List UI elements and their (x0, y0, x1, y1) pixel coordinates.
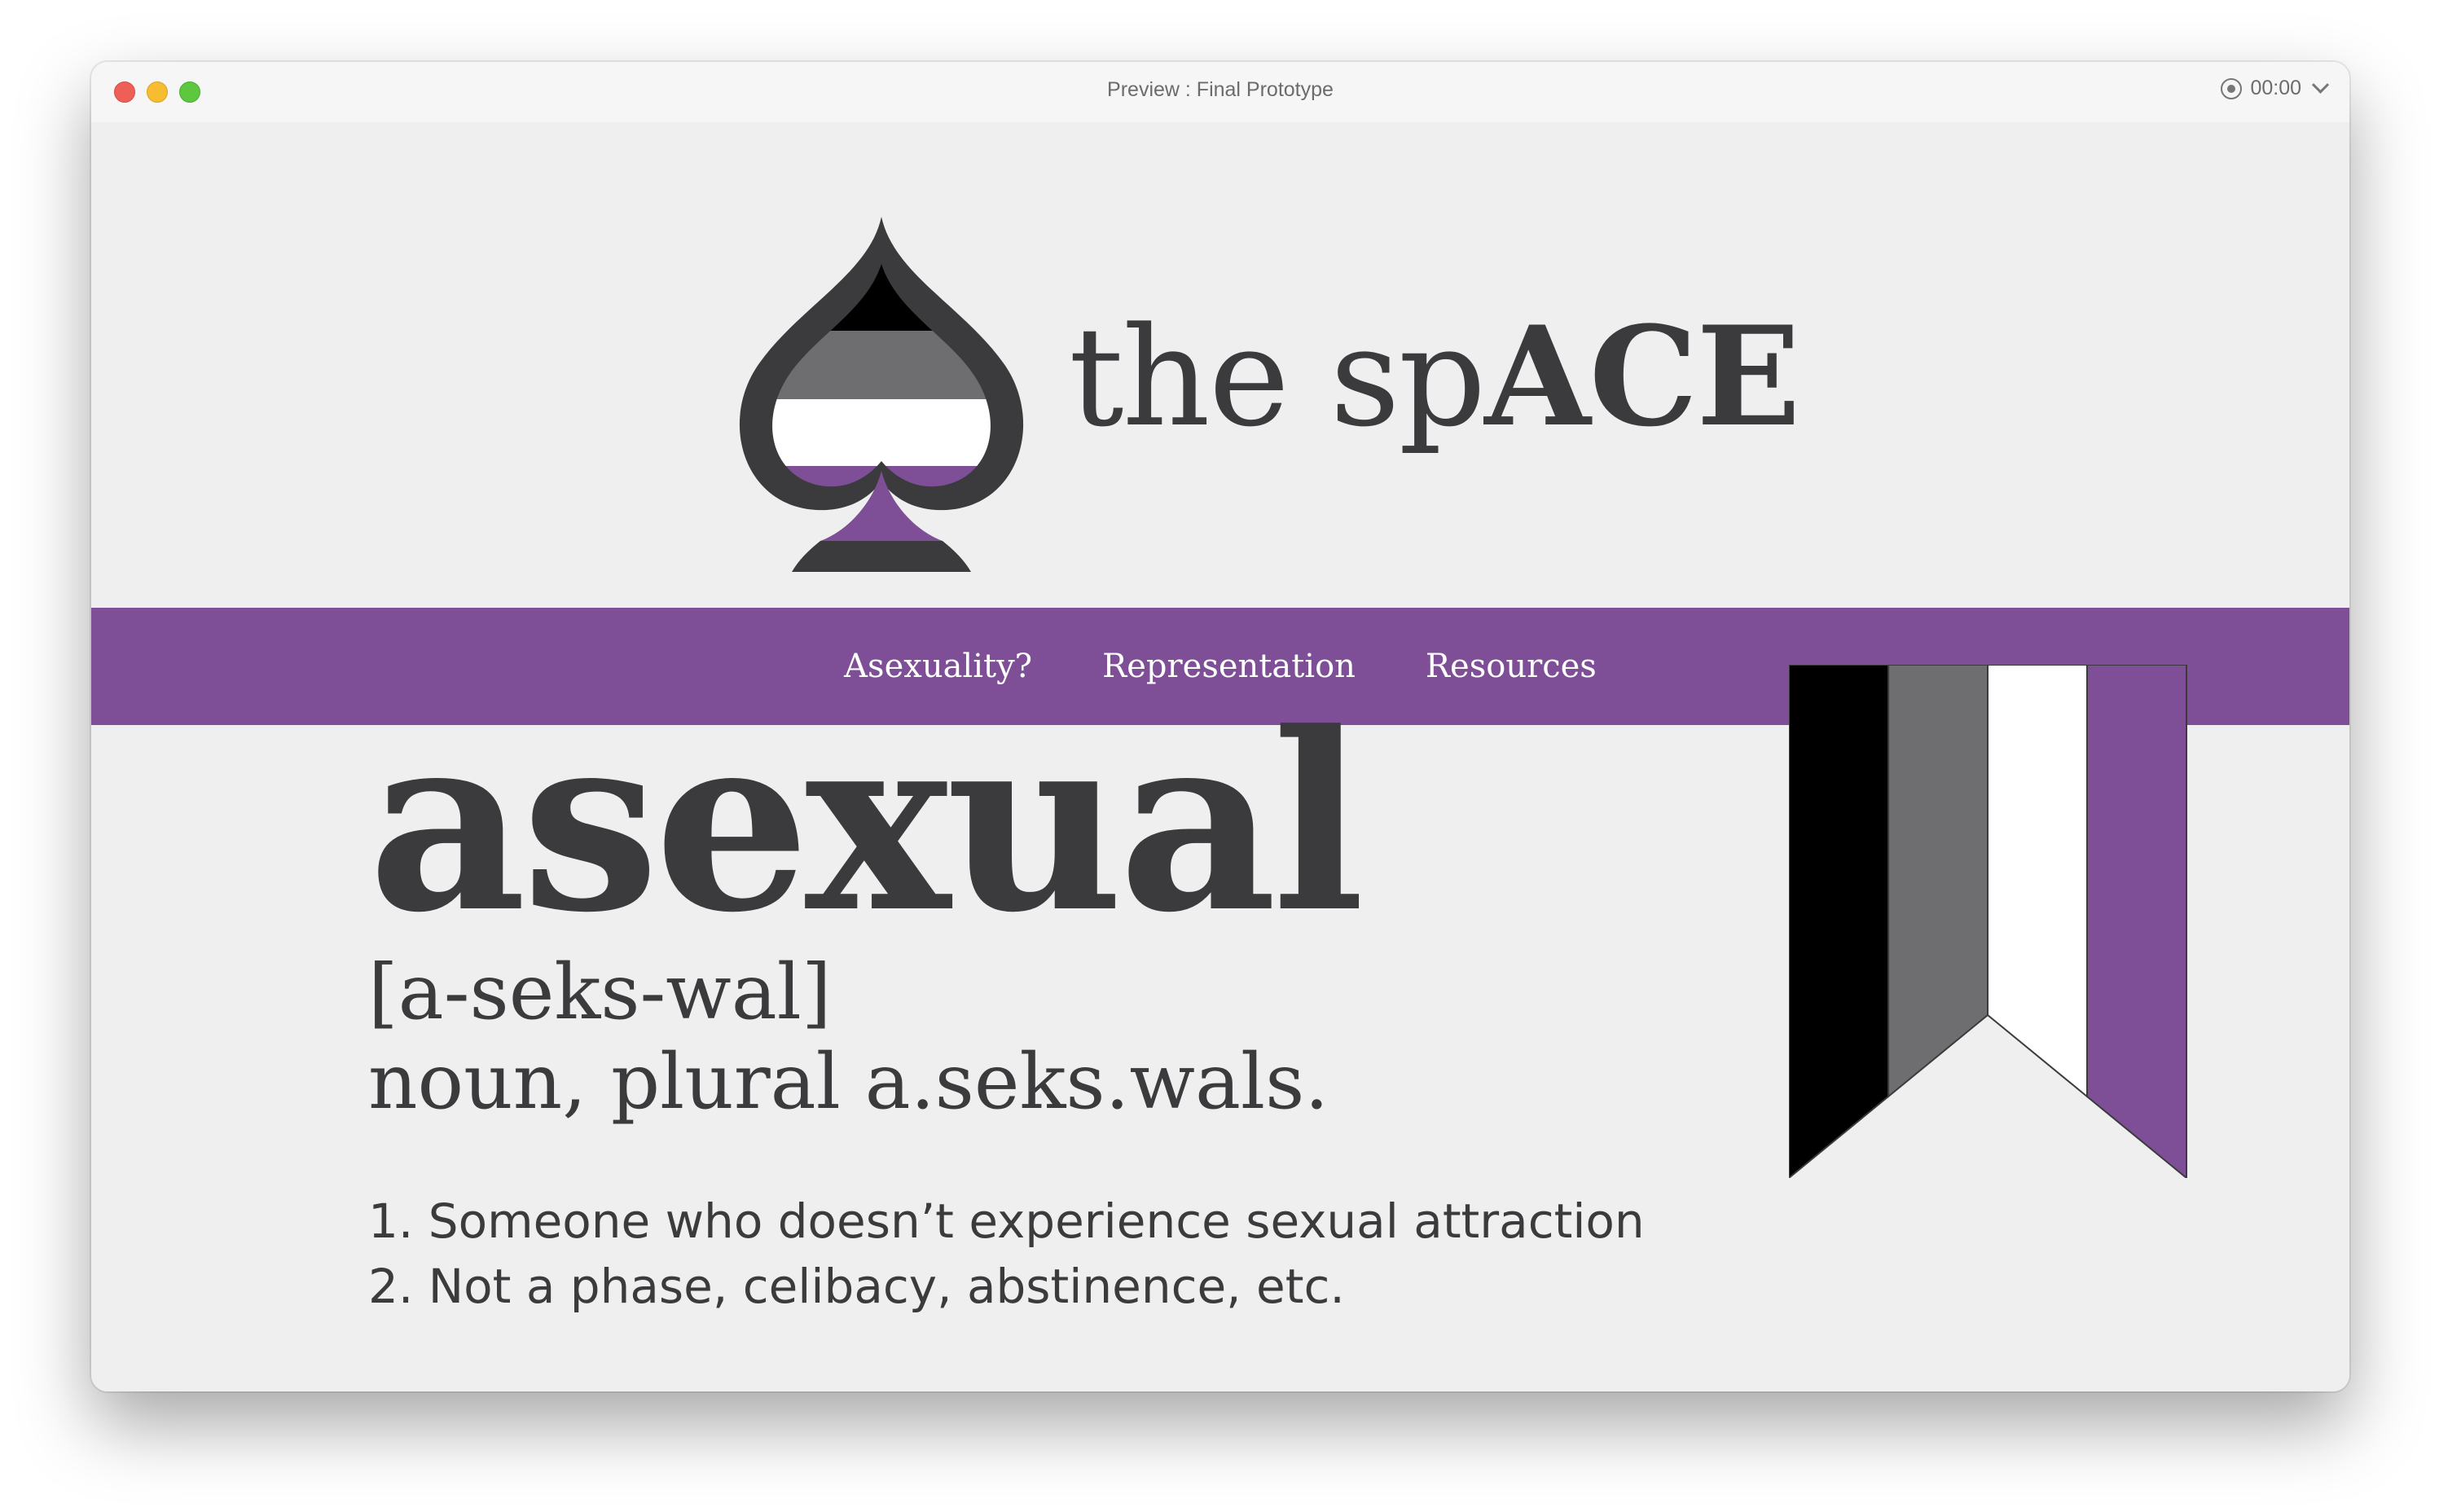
part-of-speech: noun, plural a.seks.wals. (368, 1038, 1329, 1127)
title-bar: Preview : Final Prototype 00:00 (91, 62, 2349, 123)
definition-sense-1: 1. Someone who doesn’t experience sexual… (368, 1193, 1645, 1249)
brand-prefix: the sp (1069, 297, 1486, 457)
brand-wordmark[interactable]: the spACE (1069, 308, 1800, 446)
nav-item-resources[interactable]: Resources (1426, 648, 1597, 685)
window-title: Preview : Final Prototype (1107, 78, 1334, 101)
definition-sense-2: 2. Not a phase, celibacy, abstinence, et… (368, 1259, 1345, 1314)
pronunciation: [a-seks-wal] (368, 948, 832, 1037)
record-icon (2221, 77, 2243, 99)
preview-window: Preview : Final Prototype 00:00 the spAC… (91, 62, 2349, 1391)
spade-icon[interactable] (727, 217, 1036, 575)
chevron-down-icon (2311, 76, 2330, 94)
definition-word: asexual (368, 679, 1365, 966)
timer-value: 00:00 (2250, 77, 2301, 99)
recording-timer[interactable]: 00:00 (2221, 76, 2330, 100)
brand-suffix: ACE (1484, 296, 1800, 457)
pride-flag-ribbon (1789, 665, 2187, 1178)
